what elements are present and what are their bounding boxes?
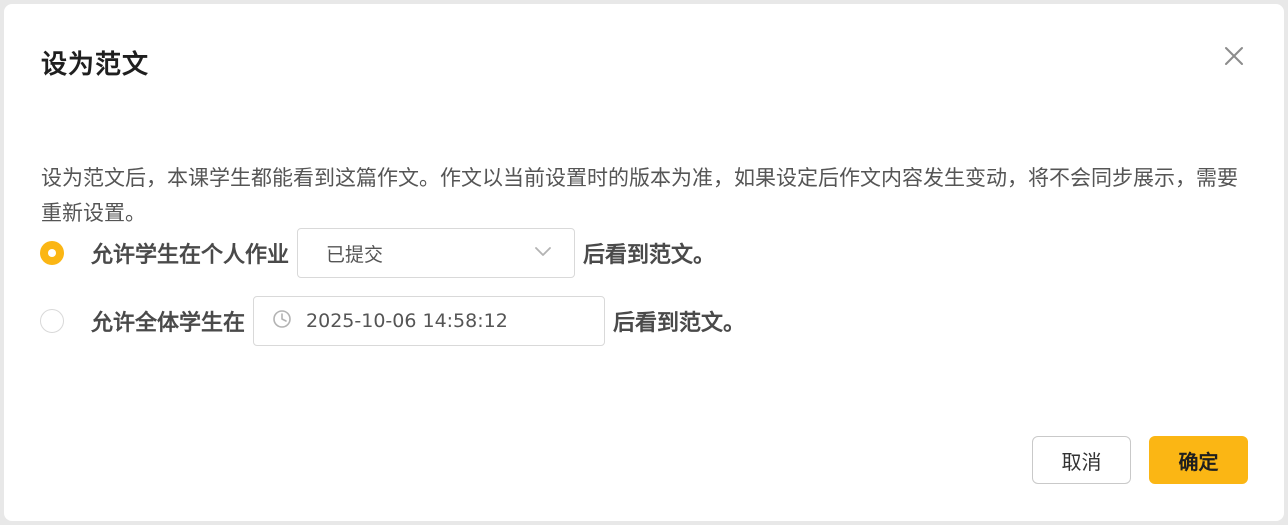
datetime-picker[interactable]: 2025-10-06 14:58:12 bbox=[253, 296, 606, 346]
homework-status-select[interactable]: 已提交 bbox=[297, 228, 576, 278]
option-all-students: 允许全体学生在 2025-10-06 14:58:12 后看到范文。 bbox=[40, 296, 745, 346]
confirm-button[interactable]: 确定 bbox=[1149, 436, 1248, 484]
radio-all-students[interactable] bbox=[40, 309, 64, 333]
set-as-model-essay-dialog: 设为范文 设为范文后，本课学生都能看到这篇作文。作文以当前设置时的版本为准，如果… bbox=[4, 4, 1284, 521]
chevron-down-icon bbox=[532, 240, 554, 266]
option-suffix-all-students: 后看到范文。 bbox=[613, 311, 746, 336]
clock-icon bbox=[272, 309, 292, 333]
dialog-description: 设为范文后，本课学生都能看到这篇作文。作文以当前设置时的版本为准，如果设定后作文… bbox=[41, 166, 1238, 225]
option-personal-homework: 允许学生在个人作业 已提交 后看到范文。 bbox=[40, 228, 715, 278]
datetime-value: 2025-10-06 14:58:12 bbox=[306, 310, 508, 332]
dialog-title: 设为范文 bbox=[41, 50, 150, 80]
option-label-personal-homework: 允许学生在个人作业 bbox=[91, 243, 290, 268]
cancel-button[interactable]: 取消 bbox=[1032, 436, 1131, 484]
radio-personal-homework[interactable] bbox=[40, 241, 64, 265]
option-suffix-personal-homework: 后看到范文。 bbox=[583, 243, 716, 268]
homework-status-value: 已提交 bbox=[326, 243, 384, 266]
close-icon[interactable] bbox=[1220, 42, 1248, 70]
option-label-all-students: 允许全体学生在 bbox=[91, 311, 246, 336]
